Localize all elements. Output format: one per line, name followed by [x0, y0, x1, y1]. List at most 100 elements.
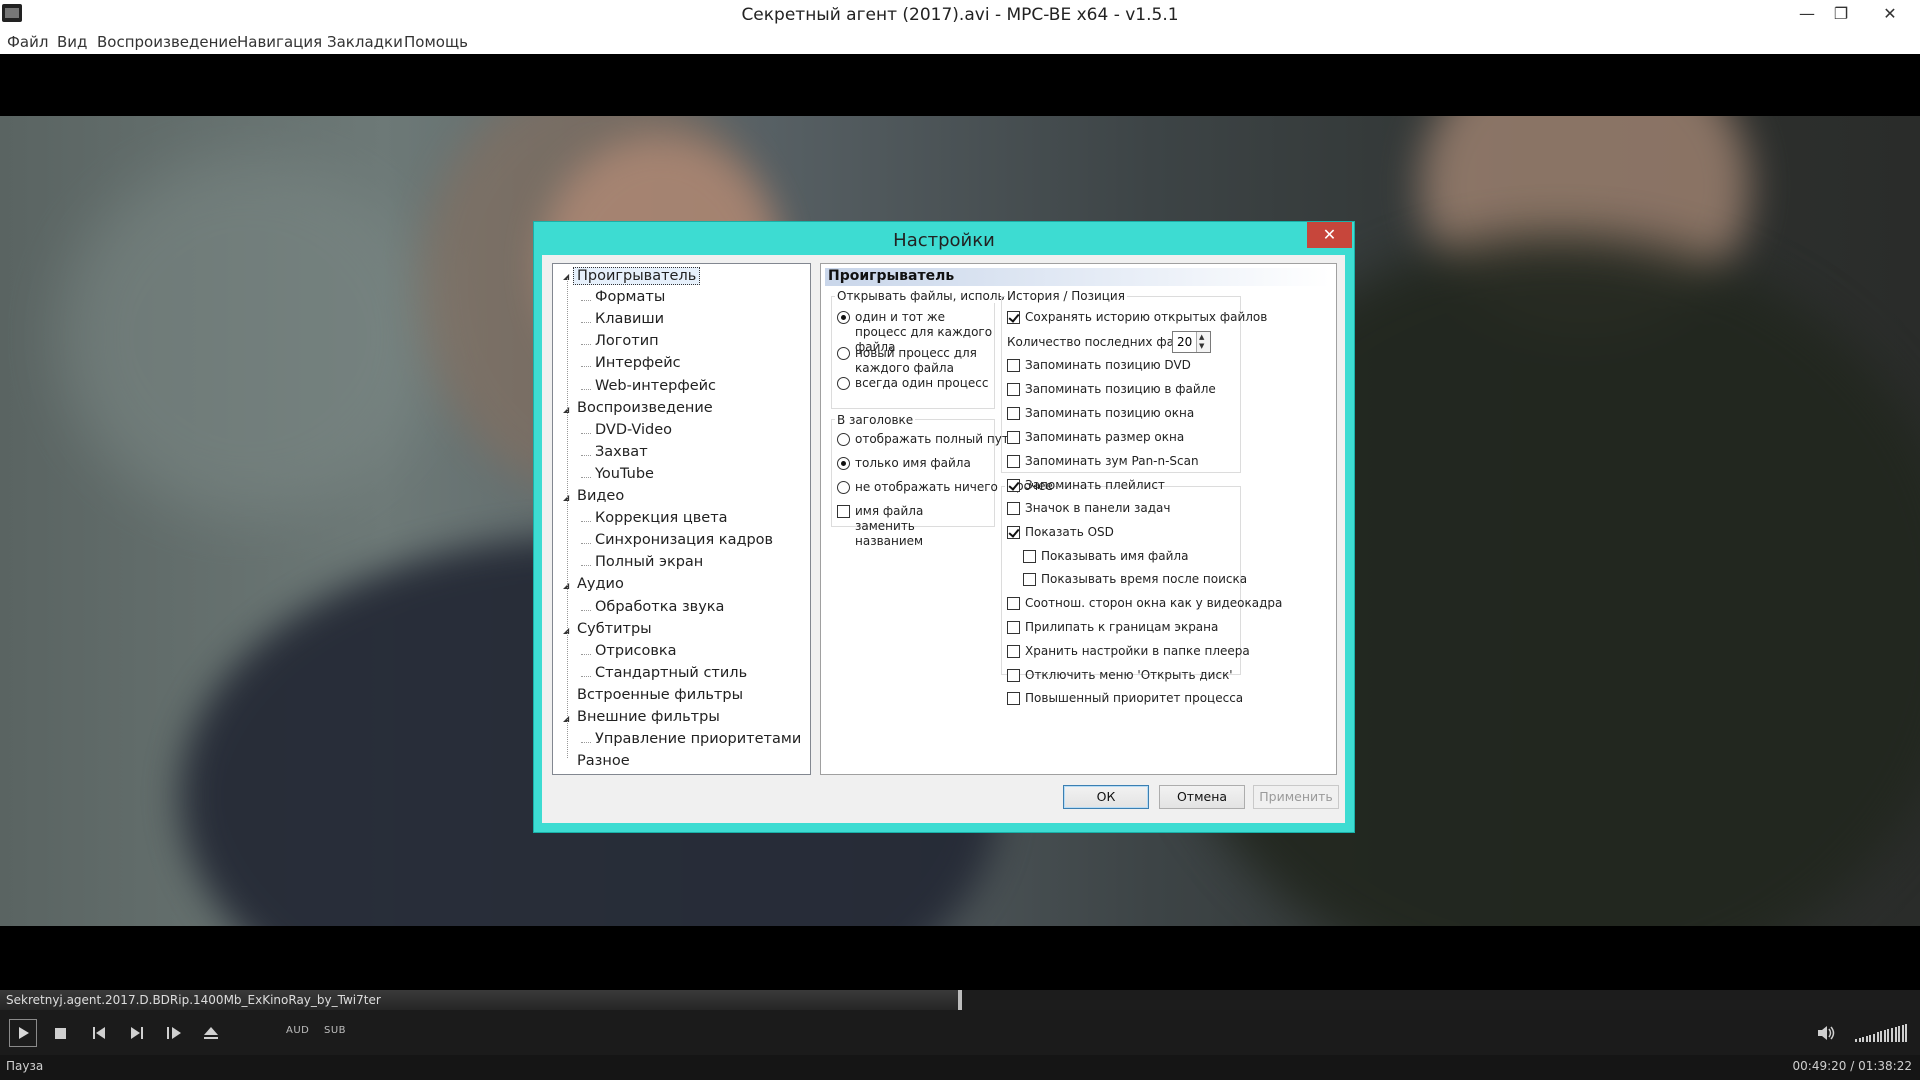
open-files-option-radio[interactable]: [837, 377, 850, 390]
tree-page[interactable]: Синхронизация кадров: [595, 532, 773, 548]
tree-page[interactable]: Логотип: [595, 333, 659, 349]
tree-category[interactable]: Субтитры: [577, 621, 652, 637]
open-files-option-label[interactable]: новый процесс для каждого файла: [855, 346, 995, 376]
tree-page[interactable]: DVD-Video: [595, 422, 672, 438]
tree-page[interactable]: Управление приоритетами: [595, 731, 801, 747]
tree-page[interactable]: Форматы: [595, 289, 665, 305]
minimize-button[interactable]: —: [1788, 0, 1826, 28]
tree-category[interactable]: Встроенные фильтры: [577, 687, 743, 703]
stop-button[interactable]: [49, 1022, 71, 1044]
tree-page[interactable]: Отрисовка: [595, 643, 677, 659]
history-option-label[interactable]: Запоминать позицию DVD: [1025, 358, 1191, 372]
spin-down-icon[interactable]: ▼: [1199, 342, 1204, 350]
other-option-label[interactable]: Значок в панели задач: [1025, 501, 1170, 515]
menu-help[interactable]: Помощь: [404, 33, 468, 51]
other-option-checkbox[interactable]: [1007, 525, 1020, 539]
audio-track-button[interactable]: AUD: [286, 1025, 309, 1036]
other-option-checkbox[interactable]: [1007, 668, 1020, 682]
replace-filename-checkbox[interactable]: [837, 505, 850, 518]
apply-button[interactable]: Применить: [1253, 785, 1339, 809]
other-option-label[interactable]: Показывать имя файла: [1041, 549, 1188, 563]
open-files-option-radio[interactable]: [837, 347, 850, 360]
history-option-checkbox[interactable]: [1007, 479, 1020, 492]
menu-file[interactable]: Файл: [7, 33, 48, 51]
history-option-checkbox[interactable]: [1007, 431, 1020, 444]
history-option-label[interactable]: Запоминать позицию окна: [1025, 406, 1194, 420]
caption-option-label[interactable]: отображать полный путь: [855, 432, 1016, 446]
tree-page[interactable]: Полный экран: [595, 554, 703, 570]
open-files-option-radio[interactable]: [837, 311, 850, 324]
open-files-option-label[interactable]: всегда один процесс: [855, 376, 988, 390]
tree-page[interactable]: Клавиши: [595, 311, 664, 327]
next-button[interactable]: [126, 1022, 148, 1044]
caption-option-label[interactable]: не отображать ничего: [855, 480, 998, 494]
speaker-icon: [1818, 1026, 1835, 1040]
history-option-checkbox[interactable]: [1007, 455, 1020, 468]
history-option-label[interactable]: Запоминать плейлист: [1025, 478, 1165, 492]
cancel-button[interactable]: Отмена: [1159, 785, 1245, 809]
maximize-button[interactable]: ❐: [1822, 0, 1860, 28]
other-option-checkbox[interactable]: [1007, 644, 1020, 658]
seek-bar[interactable]: Sekretnyj.agent.2017.D.BDRip.1400Mb_ExKi…: [0, 990, 1920, 1010]
save-history-label[interactable]: Сохранять историю открытых файлов: [1025, 310, 1267, 324]
history-option-label[interactable]: Запоминать размер окна: [1025, 430, 1184, 444]
history-option-checkbox[interactable]: [1007, 383, 1020, 396]
spinner-arrows[interactable]: ▲ ▼: [1196, 332, 1210, 352]
play-button[interactable]: [9, 1019, 37, 1047]
save-history-checkbox[interactable]: [1007, 311, 1020, 324]
tree-page[interactable]: Коррекция цвета: [595, 510, 728, 526]
other-option-label[interactable]: Хранить настройки в папке плеера: [1025, 644, 1250, 658]
volume-slider[interactable]: [1855, 1022, 1911, 1042]
other-option-label[interactable]: Повышенный приоритет процесса: [1025, 691, 1243, 705]
tree-category[interactable]: Проигрыватель: [573, 267, 701, 285]
menu-view[interactable]: Вид: [57, 33, 87, 51]
close-button[interactable]: ✕: [1860, 0, 1920, 28]
caption-option-radio[interactable]: [837, 433, 850, 446]
recent-files-count-spinner[interactable]: 20 ▲ ▼: [1172, 331, 1211, 353]
history-option-label[interactable]: Запоминать позицию в файле: [1025, 382, 1216, 396]
settings-tree[interactable]: ◢ Проигрыватель Форматы Клавиши Логотип Интер…: [552, 263, 811, 775]
eject-button[interactable]: [200, 1022, 222, 1044]
dialog-close-button[interactable]: ✕: [1307, 222, 1352, 248]
tree-page[interactable]: Web-интерфейс: [595, 378, 716, 394]
tree-page[interactable]: Захват: [595, 444, 648, 460]
other-option-label[interactable]: Показать OSD: [1025, 525, 1114, 539]
caption-option-radio[interactable]: [837, 457, 850, 470]
tree-category[interactable]: Разное: [577, 753, 630, 769]
tree-page[interactable]: YouTube: [595, 466, 654, 482]
tree-page[interactable]: Стандартный стиль: [595, 665, 747, 681]
other-option-checkbox[interactable]: [1023, 573, 1036, 587]
other-option-label[interactable]: Показывать время после поиска: [1041, 572, 1247, 586]
history-option-checkbox[interactable]: [1007, 407, 1020, 420]
other-option-checkbox[interactable]: [1007, 621, 1020, 634]
other-option-label[interactable]: Отключить меню 'Открыть диск': [1025, 668, 1233, 682]
spin-up-icon[interactable]: ▲: [1199, 333, 1204, 341]
seek-handle[interactable]: [958, 990, 962, 1010]
other-option-checkbox[interactable]: [1007, 502, 1020, 515]
history-option-checkbox[interactable]: [1007, 359, 1020, 372]
ok-button[interactable]: ОК: [1063, 785, 1149, 809]
menu-navigation[interactable]: Навигация: [237, 33, 322, 51]
previous-button[interactable]: [88, 1022, 110, 1044]
tree-page[interactable]: Интерфейс: [595, 355, 681, 371]
replace-filename-label[interactable]: имя файла заменить названием: [855, 504, 985, 549]
tree-page[interactable]: Обработка звука: [595, 599, 724, 615]
subtitle-track-button[interactable]: SUB: [324, 1025, 346, 1036]
recent-files-count-value[interactable]: 20: [1177, 335, 1192, 349]
other-option-checkbox[interactable]: [1007, 692, 1020, 706]
other-option-checkbox[interactable]: [1023, 549, 1036, 563]
menu-bookmarks[interactable]: Закладки: [327, 33, 403, 51]
menu-playback[interactable]: Воспроизведение: [97, 33, 237, 51]
other-option-checkbox[interactable]: [1007, 597, 1020, 611]
caption-option-radio[interactable]: [837, 481, 850, 494]
caption-option-label[interactable]: только имя файла: [855, 456, 971, 470]
other-option-label[interactable]: Прилипать к границам экрана: [1025, 620, 1218, 634]
history-option-label[interactable]: Запоминать зум Pan-n-Scan: [1025, 454, 1199, 468]
tree-category[interactable]: Воспроизведение: [577, 400, 713, 416]
tree-category[interactable]: Видео: [577, 488, 624, 504]
frame-step-button[interactable]: [163, 1022, 185, 1044]
tree-category[interactable]: Аудио: [577, 576, 624, 592]
other-option-label[interactable]: Соотнош. сторон окна как у видеокадра: [1025, 596, 1282, 610]
tree-category[interactable]: Внешние фильтры: [577, 709, 720, 725]
mute-button[interactable]: [1815, 1022, 1837, 1044]
